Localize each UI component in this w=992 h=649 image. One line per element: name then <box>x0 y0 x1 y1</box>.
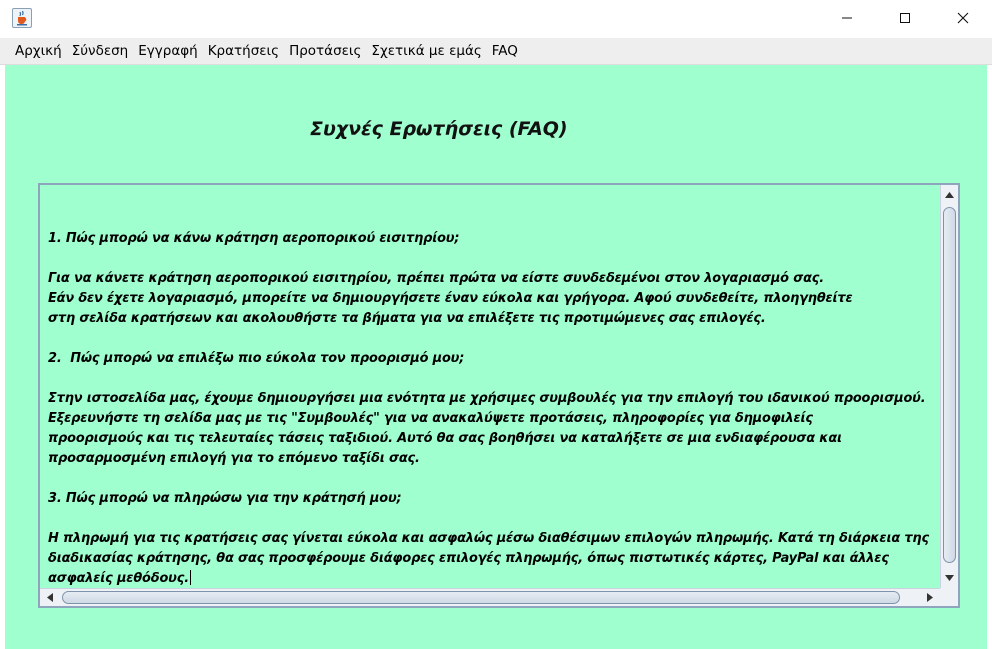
faq-text-line: ασφαλείς μεθόδους. <box>48 570 191 586</box>
faq-scroll-pane: 1. Πώς μπορώ να κάνω κράτηση αεροπορικού… <box>38 183 960 608</box>
text-caret <box>189 570 191 585</box>
faq-text-line: Εξερευνήστε τη σελίδα μας με τις "Συμβου… <box>48 411 813 426</box>
menu-item-bookings[interactable]: Κρατήσεις <box>203 38 284 65</box>
menu-item-faq[interactable]: FAQ <box>487 38 523 65</box>
minimize-button[interactable] <box>818 0 876 36</box>
close-button[interactable] <box>934 0 992 36</box>
menu-bar: Αρχική Σύνδεση Εγγραφή Κρατήσεις Προτάσε… <box>0 38 992 65</box>
page-title: Συχνές Ερωτήσεις (FAQ) <box>310 118 568 140</box>
faq-text-line: 2. Πώς μπορώ να επιλέξω πιο εύκολα τον π… <box>48 351 465 366</box>
menu-item-register[interactable]: Εγγραφή <box>133 38 202 65</box>
scrollbar-corner <box>940 588 958 606</box>
faq-text-line: προσαρμοσμένη επιλογή για το επόμενο ταξ… <box>48 451 420 466</box>
faq-text-area[interactable]: 1. Πώς μπορώ να κάνω κράτηση αεροπορικού… <box>40 185 940 588</box>
scroll-right-arrow-icon[interactable] <box>920 589 940 606</box>
horizontal-scroll-thumb[interactable] <box>62 591 900 604</box>
faq-text-line: 3. Πώς μπορώ να πληρώσω για την κράτησή … <box>48 491 402 506</box>
java-cup-icon[interactable] <box>12 8 32 28</box>
vertical-scrollbar[interactable] <box>940 185 958 588</box>
window-title-bar <box>0 0 992 38</box>
scroll-down-arrow-icon[interactable] <box>941 568 958 588</box>
menu-item-suggestions[interactable]: Προτάσεις <box>284 38 366 65</box>
menu-item-home[interactable]: Αρχική <box>10 38 67 65</box>
faq-text-line: Εάν δεν έχετε λογαριασμό, μπορείτε να δη… <box>48 291 853 306</box>
faq-text-line: διαδικασίας κράτησης, θα σας προσφέρουμε… <box>48 551 889 566</box>
scroll-left-arrow-icon[interactable] <box>40 589 60 606</box>
faq-text-line: στη σελίδα κρατήσεων και ακολουθήστε τα … <box>48 311 766 326</box>
minimize-icon <box>842 17 852 19</box>
scroll-up-arrow-icon[interactable] <box>941 185 958 205</box>
faq-text-line: προορισμούς και τις τελευταίες τάσεις τα… <box>48 431 842 446</box>
faq-text-line: Στην ιστοσελίδα μας, έχουμε δημιουργήσει… <box>48 391 926 406</box>
faq-text-content: 1. Πώς μπορώ να κάνω κράτηση αεροπορικού… <box>48 229 940 588</box>
faq-text-line: Η πληρωμή για τις κρατήσεις σας γίνεται … <box>48 531 929 546</box>
maximize-icon <box>900 13 910 23</box>
maximize-button[interactable] <box>876 0 934 36</box>
menu-item-about[interactable]: Σχετικά με εμάς <box>366 38 486 65</box>
faq-text-line: 1. Πώς μπορώ να κάνω κράτηση αεροπορικού… <box>48 231 460 246</box>
menu-item-login[interactable]: Σύνδεση <box>67 38 134 65</box>
close-icon <box>957 12 969 24</box>
faq-text-line: Για να κάνετε κράτηση αεροπορικού εισιτη… <box>48 271 825 286</box>
vertical-scroll-thumb[interactable] <box>943 207 956 563</box>
horizontal-scrollbar[interactable] <box>40 588 940 606</box>
